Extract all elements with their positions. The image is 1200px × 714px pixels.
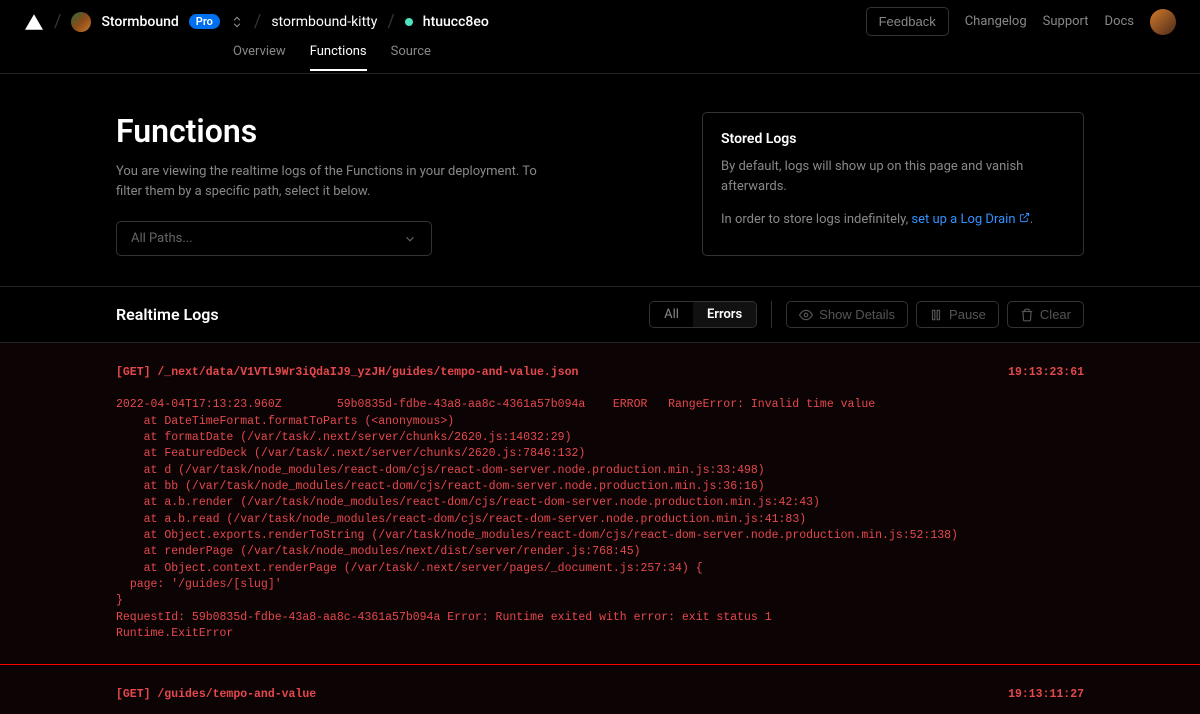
- breadcrumb: / Stormbound Pro / stormbound-kitty / ht…: [24, 11, 866, 32]
- log-timestamp: 19:13:11:27: [1008, 687, 1084, 703]
- pro-badge: Pro: [189, 14, 220, 29]
- log-timestamp: 19:13:23:61: [1008, 365, 1084, 381]
- log-request-line: [GET] /guides/tempo-and-value: [116, 687, 316, 703]
- logs-toolbar: Realtime Logs All Errors Show Details Pa…: [0, 286, 1200, 342]
- status-dot-icon: [405, 18, 413, 26]
- show-details-button[interactable]: Show Details: [786, 301, 908, 328]
- tab-functions[interactable]: Functions: [310, 44, 367, 71]
- pause-icon: [929, 308, 943, 322]
- breadcrumb-sep: /: [54, 11, 61, 32]
- log-body: 2022-04-04T17:13:23.960Z 59b0835d-fdbe-4…: [116, 397, 1084, 642]
- log-drain-link[interactable]: set up a Log Drain: [911, 212, 1029, 227]
- feedback-button[interactable]: Feedback: [866, 7, 949, 36]
- breadcrumb-sep: /: [387, 11, 394, 32]
- deploy-name[interactable]: htuucc8eo: [423, 14, 489, 30]
- deployment-tabs: Overview Functions Source: [0, 44, 1200, 74]
- support-link[interactable]: Support: [1043, 14, 1089, 29]
- project-name[interactable]: Stormbound: [101, 14, 178, 30]
- info-title: Stored Logs: [721, 131, 1065, 147]
- log-request-line: [GET] /_next/data/V1VTL9Wr3iQdaIJ9_yzJH/…: [116, 365, 578, 381]
- info-text-2: In order to store logs indefinitely, set…: [721, 210, 1065, 230]
- log-entry[interactable]: [GET] /_next/data/V1VTL9Wr3iQdaIJ9_yzJH/…: [0, 343, 1200, 665]
- pause-button[interactable]: Pause: [916, 301, 999, 328]
- info-text-1: By default, logs will show up on this pa…: [721, 157, 1065, 196]
- main-content: Functions You are viewing the realtime l…: [0, 74, 1200, 286]
- vercel-logo-icon[interactable]: [24, 12, 44, 32]
- user-avatar[interactable]: [1150, 9, 1176, 35]
- filter-errors[interactable]: Errors: [693, 302, 756, 327]
- log-entry[interactable]: [GET] /guides/tempo-and-value 19:13:11:2…: [0, 665, 1200, 714]
- eye-icon: [799, 308, 813, 322]
- toolbar-divider: [771, 301, 772, 328]
- changelog-link[interactable]: Changelog: [965, 14, 1027, 29]
- log-container[interactable]: [GET] /_next/data/V1VTL9Wr3iQdaIJ9_yzJH/…: [0, 342, 1200, 714]
- logs-section-title: Realtime Logs: [116, 305, 649, 324]
- breadcrumb-sep: /: [254, 11, 261, 32]
- docs-link[interactable]: Docs: [1105, 14, 1134, 29]
- filter-all[interactable]: All: [650, 302, 693, 327]
- page-title: Functions: [116, 112, 666, 150]
- path-filter-select[interactable]: All Paths...: [116, 221, 432, 256]
- team-name[interactable]: stormbound-kitty: [271, 14, 377, 30]
- path-placeholder: All Paths...: [131, 231, 193, 246]
- project-avatar[interactable]: [71, 12, 91, 32]
- log-filter-group: All Errors: [649, 301, 757, 328]
- header-right: Feedback Changelog Support Docs: [866, 7, 1176, 36]
- chevron-down-icon: [403, 232, 417, 246]
- trash-icon: [1020, 308, 1034, 322]
- functions-intro: Functions You are viewing the realtime l…: [116, 112, 666, 256]
- clear-button[interactable]: Clear: [1007, 301, 1084, 328]
- chevron-updown-icon[interactable]: [230, 15, 244, 29]
- top-header: / Stormbound Pro / stormbound-kitty / ht…: [0, 0, 1200, 44]
- tab-overview[interactable]: Overview: [233, 44, 286, 71]
- tab-source[interactable]: Source: [391, 44, 431, 71]
- stored-logs-card: Stored Logs By default, logs will show u…: [702, 112, 1084, 256]
- page-description: You are viewing the realtime logs of the…: [116, 162, 556, 201]
